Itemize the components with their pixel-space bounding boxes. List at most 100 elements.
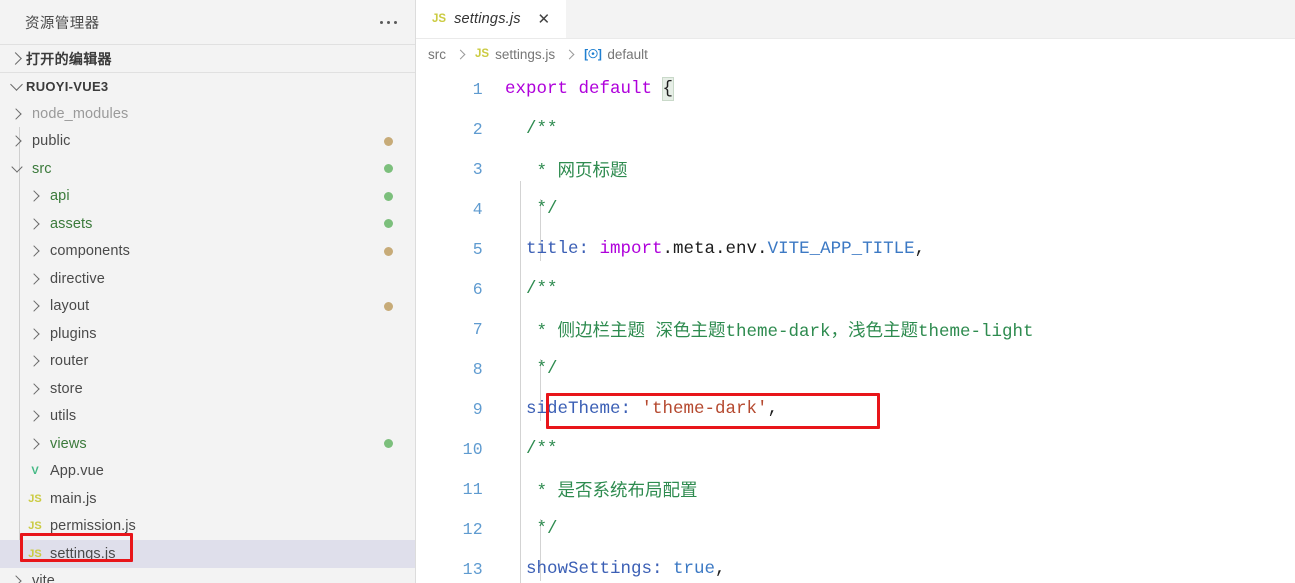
code-editor-content[interactable]: 1export default {2 /**3 * 网页标题4 */5 titl… — [416, 69, 1295, 583]
tree-item-plugins[interactable]: plugins — [0, 320, 415, 348]
code-line-text: /** — [491, 279, 1295, 299]
code-line-5[interactable]: 5 title: import.meta.env.VITE_APP_TITLE, — [416, 229, 1295, 269]
chevron-right-icon[interactable] — [24, 412, 46, 420]
tree-item-vite[interactable]: vite — [0, 568, 415, 583]
code-line-12[interactable]: 12 */ — [416, 509, 1295, 549]
code-line-7[interactable]: 7 * 侧边栏主题 深色主题theme-dark，浅色主题theme-light — [416, 309, 1295, 349]
code-line-6[interactable]: 6 /** — [416, 269, 1295, 309]
indent-spacer — [0, 443, 24, 444]
code-token: , — [715, 559, 726, 579]
code-line-text: */ — [491, 519, 1295, 539]
tree-item-utils[interactable]: utils — [0, 403, 415, 431]
code-token: title: — [505, 239, 600, 259]
chevron-right-icon[interactable] — [24, 247, 46, 255]
tab-label: settings.js — [454, 11, 521, 27]
chevron-right-icon[interactable] — [24, 440, 46, 448]
tree-item-layout[interactable]: layout — [0, 293, 415, 321]
code-line-9[interactable]: 9 sideTheme: 'theme-dark', — [416, 389, 1295, 429]
chevron-right-icon[interactable] — [24, 275, 46, 283]
explorer-title: 资源管理器 — [25, 12, 100, 33]
git-status-dot — [384, 164, 393, 173]
breadcrumb-item-symbol[interactable]: [☉] default — [582, 47, 650, 62]
chevron-right-icon[interactable] — [6, 110, 28, 118]
tree-item-assets[interactable]: assets — [0, 210, 415, 238]
chevron-right-icon[interactable] — [6, 137, 28, 145]
chevron-right-icon — [456, 49, 466, 59]
code-line-4[interactable]: 4 */ — [416, 189, 1295, 229]
tree-item-label: src — [28, 161, 52, 177]
tab-settings-js[interactable]: JS settings.js ✕ — [416, 0, 566, 38]
code-token: * 侧边栏主题 深色主题theme-dark，浅色主题theme-light — [505, 322, 1034, 342]
chevron-right-icon[interactable] — [24, 357, 46, 365]
code-token: /** — [505, 279, 558, 299]
code-line-1[interactable]: 1export default { — [416, 69, 1295, 109]
indent-spacer — [0, 251, 24, 252]
code-line-text: /** — [491, 119, 1295, 139]
breadcrumb-item-src[interactable]: src — [426, 47, 448, 62]
tree-item-permission-js[interactable]: JSpermission.js — [0, 513, 415, 541]
tree-item-label: assets — [46, 216, 93, 232]
tree-item-main-js[interactable]: JSmain.js — [0, 485, 415, 513]
code-line-text: title: import.meta.env.VITE_APP_TITLE, — [491, 239, 1295, 259]
tree-item-router[interactable]: router — [0, 348, 415, 376]
section-workspace-folder[interactable]: RUOYI-VUE3 — [0, 72, 415, 100]
tree-item-store[interactable]: store — [0, 375, 415, 403]
code-line-13[interactable]: 13 showSettings: true, — [416, 549, 1295, 583]
section-open-editors-label: 打开的编辑器 — [26, 49, 112, 69]
code-line-text: sideTheme: 'theme-dark', — [491, 399, 1295, 419]
indent-spacer — [0, 388, 24, 389]
js-file-icon: JS — [24, 520, 46, 532]
indent-spacer — [0, 553, 24, 554]
tree-item-views[interactable]: views — [0, 430, 415, 458]
close-icon[interactable]: ✕ — [535, 10, 553, 28]
code-token: */ — [505, 359, 558, 379]
tree-item-settings-js[interactable]: JSsettings.js — [0, 540, 415, 568]
line-number: 11 — [416, 480, 491, 499]
chevron-right-icon[interactable] — [24, 192, 46, 200]
more-actions-icon[interactable] — [375, 11, 401, 33]
line-number: 13 — [416, 560, 491, 579]
chevron-right-icon[interactable] — [24, 220, 46, 228]
breadcrumb-item-file[interactable]: JS settings.js — [473, 47, 557, 62]
line-number: 1 — [416, 80, 491, 99]
tree-item-app-vue[interactable]: VApp.vue — [0, 458, 415, 486]
tree-item-label: api — [46, 188, 70, 204]
tree-item-components[interactable]: components — [0, 238, 415, 266]
tree-item-src[interactable]: src — [0, 155, 415, 183]
chevron-right-icon[interactable] — [24, 330, 46, 338]
section-open-editors[interactable]: 打开的编辑器 — [0, 44, 415, 72]
tree-item-label: node_modules — [28, 106, 128, 122]
js-file-icon: JS — [475, 48, 489, 60]
section-workspace-label: RUOYI-VUE3 — [26, 79, 108, 94]
code-line-10[interactable]: 10 /** — [416, 429, 1295, 469]
tree-item-label: settings.js — [46, 546, 116, 562]
code-token: { — [663, 78, 674, 100]
indent-spacer — [0, 361, 24, 362]
chevron-right-icon[interactable] — [24, 385, 46, 393]
chevron-right-icon[interactable] — [24, 302, 46, 310]
code-line-text: showSettings: true, — [491, 559, 1295, 579]
code-token: , — [768, 399, 779, 419]
line-number: 10 — [416, 440, 491, 459]
code-line-3[interactable]: 3 * 网页标题 — [416, 149, 1295, 189]
code-token: import — [600, 239, 663, 259]
tree-item-directive[interactable]: directive — [0, 265, 415, 293]
code-line-2[interactable]: 2 /** — [416, 109, 1295, 149]
editor-pane: JS settings.js ✕ src JS settings.js [☉] … — [416, 0, 1295, 583]
symbol-variable-icon: [☉] — [584, 47, 601, 61]
tree-item-node-modules[interactable]: node_modules — [0, 100, 415, 128]
file-tree: node_modulespublic src api assets components… — [0, 100, 415, 583]
breadcrumb: src JS settings.js [☉] default — [416, 39, 1295, 69]
code-line-8[interactable]: 8 */ — [416, 349, 1295, 389]
tree-item-label: vite — [28, 573, 55, 583]
chevron-down-icon[interactable] — [6, 167, 28, 171]
code-line-11[interactable]: 11 * 是否系统布局配置 — [416, 469, 1295, 509]
chevron-right-icon[interactable] — [6, 577, 28, 583]
code-token: export — [505, 79, 579, 99]
indent-spacer — [0, 333, 24, 334]
tree-item-public[interactable]: public — [0, 128, 415, 156]
line-number: 12 — [416, 520, 491, 539]
code-token: showSettings: — [505, 559, 673, 579]
tree-item-api[interactable]: api — [0, 183, 415, 211]
line-number: 3 — [416, 160, 491, 179]
